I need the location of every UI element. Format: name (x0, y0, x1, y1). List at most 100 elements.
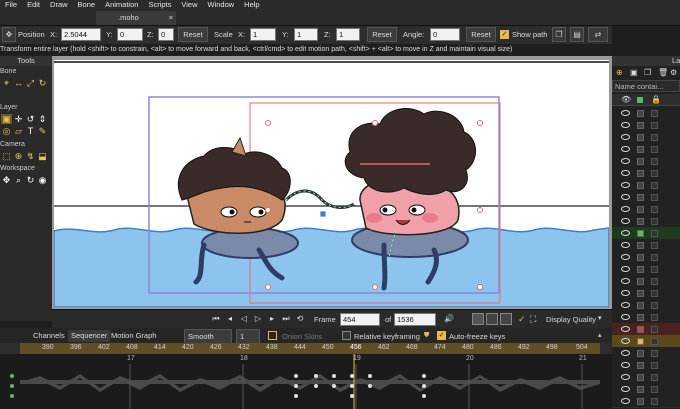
visibility-eye-icon[interactable] (621, 314, 630, 320)
audio-icon[interactable]: 🔊 (444, 313, 456, 325)
layer-lock-toggle[interactable] (651, 314, 658, 321)
layer-lock-toggle[interactable] (651, 266, 658, 273)
frame-field[interactable]: 454 (340, 313, 380, 326)
visibility-eye-icon[interactable] (621, 302, 630, 308)
document-canvas[interactable] (54, 60, 609, 307)
menu-window[interactable]: Window (202, 0, 239, 9)
layer-color-swatch[interactable] (637, 398, 644, 405)
pencil-icon[interactable]: ✎ (37, 126, 48, 136)
layer-color-swatch[interactable] (637, 254, 644, 261)
visibility-eye-icon[interactable] (621, 218, 630, 224)
visibility-eye-icon[interactable] (621, 398, 630, 404)
layer-lock-toggle[interactable] (651, 242, 658, 249)
freeze-icon[interactable]: ⛊ (424, 331, 433, 340)
visibility-eye-icon[interactable] (621, 110, 630, 116)
relative-keyframing-checkbox[interactable] (342, 331, 351, 340)
shear-icon[interactable]: ▱ (13, 126, 24, 136)
visibility-eye-icon[interactable] (621, 266, 630, 272)
menu-animation[interactable]: Animation (100, 0, 143, 9)
camera-zoom-icon[interactable]: ⊕ (13, 151, 24, 161)
visibility-eye-icon[interactable] (621, 158, 630, 164)
cycle-icon[interactable]: ⇄ (588, 27, 608, 42)
rotate-bone-icon[interactable]: ↻ (37, 78, 48, 88)
workspace-pan-icon[interactable]: ✥ (1, 175, 12, 185)
show-path-checkbox[interactable]: ✓ (500, 30, 509, 39)
camera-pan-icon[interactable]: ⬚ (1, 151, 12, 161)
display-quality-label[interactable]: Display Quality (546, 315, 596, 324)
auto-freeze-checkbox[interactable]: ✓ (437, 331, 446, 340)
layer-color-swatch[interactable] (637, 242, 644, 249)
menu-help[interactable]: Help (239, 0, 264, 9)
visibility-eye-icon[interactable] (621, 374, 630, 380)
layer-color-swatch[interactable] (637, 218, 644, 225)
layer-color-swatch[interactable] (637, 338, 644, 345)
layer-lock-toggle[interactable] (651, 326, 658, 333)
layer-color-swatch[interactable] (637, 290, 644, 297)
step-forward-icon[interactable]: ▸ (266, 313, 278, 325)
layer-color-swatch[interactable] (637, 194, 644, 201)
menu-view[interactable]: View (176, 0, 202, 9)
step-back-icon[interactable]: ◂ (224, 313, 236, 325)
total-frames-field[interactable]: 1536 (394, 313, 436, 326)
visibility-eye-icon[interactable] (621, 278, 630, 284)
visibility-eye-icon[interactable] (621, 146, 630, 152)
fast-forward-icon[interactable]: ⏭ (280, 313, 292, 325)
layer-lock-toggle[interactable] (651, 170, 658, 177)
layer-color-swatch[interactable] (637, 266, 644, 273)
visibility-eye-icon[interactable] (621, 122, 630, 128)
layer-lock-toggle[interactable] (651, 254, 658, 261)
timeline-scroll-up-icon[interactable]: ▴ (598, 331, 608, 341)
visibility-eye-icon[interactable] (621, 242, 630, 248)
canvas-viewport[interactable] (52, 56, 612, 309)
reset-position-button[interactable]: Reset (178, 27, 208, 42)
scale-bone-icon[interactable]: ⤢ (25, 78, 36, 88)
layer-lock-toggle[interactable] (651, 158, 658, 165)
interpolation-count-select[interactable]: 1 (236, 329, 260, 344)
loop-icon[interactable]: ⟲ (294, 313, 306, 325)
quad-view-icon[interactable] (500, 313, 512, 325)
visibility-eye-icon[interactable] (621, 182, 630, 188)
scale-z-field[interactable]: 1 (336, 28, 360, 41)
layer-lock-toggle[interactable] (651, 146, 658, 153)
visibility-eye-icon[interactable] (621, 206, 630, 212)
layer-lock-toggle[interactable] (651, 350, 658, 357)
layer-lock-toggle[interactable] (651, 218, 658, 225)
tab-sequencer[interactable]: Sequencer (68, 330, 111, 342)
visibility-eye-icon[interactable] (621, 326, 630, 332)
camera-tilt-icon[interactable]: ⬓ (37, 151, 48, 161)
visibility-eye-icon[interactable] (621, 230, 630, 236)
visibility-eye-icon[interactable] (621, 362, 630, 368)
layer-lock-toggle[interactable] (651, 182, 658, 189)
timeline-tracks[interactable]: 17 18 19 20 21 (0, 354, 612, 409)
menu-bone[interactable]: Bone (73, 0, 101, 9)
visibility-eye-icon[interactable] (621, 338, 630, 344)
layer-lock-toggle[interactable] (651, 206, 658, 213)
menu-scripts[interactable]: Scripts (143, 0, 176, 9)
visibility-eye-icon[interactable] (621, 134, 630, 140)
workspace-orbit-icon[interactable]: ◉ (37, 175, 48, 185)
layer-lock-toggle[interactable] (651, 398, 658, 405)
delete-layer-icon[interactable]: 🗑 (658, 68, 668, 78)
reset-angle-button[interactable]: Reset (466, 27, 496, 42)
visibility-eye-icon[interactable] (621, 350, 630, 356)
layer-color-swatch[interactable] (637, 362, 644, 369)
fit-view-icon[interactable]: ⛶ (530, 313, 542, 325)
reverse-play-icon[interactable]: ◁ (238, 313, 250, 325)
layer-lock-toggle[interactable] (651, 290, 658, 297)
layer-color-swatch[interactable] (637, 314, 644, 321)
reset-scale-button[interactable]: Reset (367, 27, 397, 42)
workspace-rotate-icon[interactable]: ↻ (25, 175, 36, 185)
layer-lock-toggle[interactable] (651, 134, 658, 141)
menu-file[interactable]: File (0, 0, 22, 9)
transform-layer-icon[interactable]: ▣ (1, 114, 12, 124)
onion-skin-icon[interactable] (268, 331, 277, 340)
duplicate-layer-icon[interactable]: ❐ (644, 68, 654, 78)
layer-color-swatch[interactable] (637, 374, 644, 381)
flip-icon[interactable]: ⇕ (37, 114, 48, 124)
layer-color-swatch[interactable] (637, 326, 644, 333)
paste-icon[interactable]: ▤ (570, 27, 584, 42)
position-y-field[interactable]: 0 (117, 28, 143, 41)
copy-icon[interactable]: ❐ (552, 27, 566, 42)
layer-lock-toggle[interactable] (651, 338, 658, 345)
layer-color-swatch[interactable] (637, 278, 644, 285)
